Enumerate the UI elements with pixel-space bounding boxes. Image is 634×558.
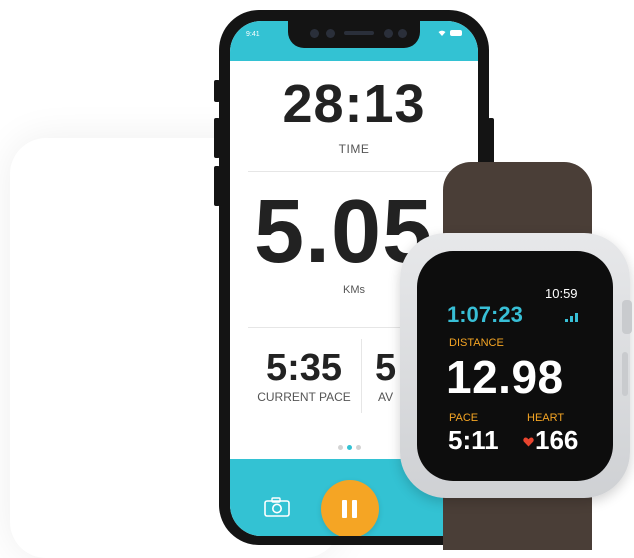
current-pace-value: 5:35 xyxy=(265,347,343,389)
average-pace-value: 5 xyxy=(375,347,397,389)
battery-icon xyxy=(450,30,462,36)
status-time: 9:41 xyxy=(246,31,260,38)
heart-icon xyxy=(523,437,534,447)
signal-icon xyxy=(565,313,578,322)
status-icons xyxy=(438,30,462,36)
watch-timer: 1:07:23 xyxy=(447,302,523,327)
watch-side-button[interactable] xyxy=(622,352,628,396)
watch-clock: 10:59 xyxy=(545,286,578,301)
current-pace-label: CURRENT PACE xyxy=(257,390,351,404)
page-indicator[interactable] xyxy=(338,445,361,450)
earpiece-speaker xyxy=(344,31,374,35)
average-pace-label: AV xyxy=(378,390,394,404)
pause-button[interactable] xyxy=(321,480,379,536)
page-dot-active[interactable] xyxy=(347,445,352,450)
watch-pace-value: 5:11 xyxy=(448,425,499,455)
elapsed-time-value: 28:13 xyxy=(282,74,426,134)
phone-notch xyxy=(288,21,420,48)
elapsed-time-label: TIME xyxy=(338,142,370,156)
sensor-dot xyxy=(384,29,393,38)
pause-icon xyxy=(342,500,358,518)
watch-heart-value: 166 xyxy=(535,425,579,455)
sensor-dot xyxy=(326,29,335,38)
divider xyxy=(248,171,460,172)
camera-icon[interactable] xyxy=(264,497,290,517)
watch-distance-value: 12.98 xyxy=(446,351,564,403)
watch-digital-crown[interactable] xyxy=(622,300,632,334)
wifi-icon xyxy=(438,30,446,36)
vertical-divider xyxy=(361,339,362,413)
sensor-dot xyxy=(310,29,319,38)
watch-distance-label: DISTANCE xyxy=(449,337,504,349)
front-camera xyxy=(398,29,407,38)
watch-heart-label: HEART xyxy=(527,412,565,424)
page-dot[interactable] xyxy=(338,445,343,450)
page-dot[interactable] xyxy=(356,445,361,450)
watch-pace-label: PACE xyxy=(449,412,479,424)
